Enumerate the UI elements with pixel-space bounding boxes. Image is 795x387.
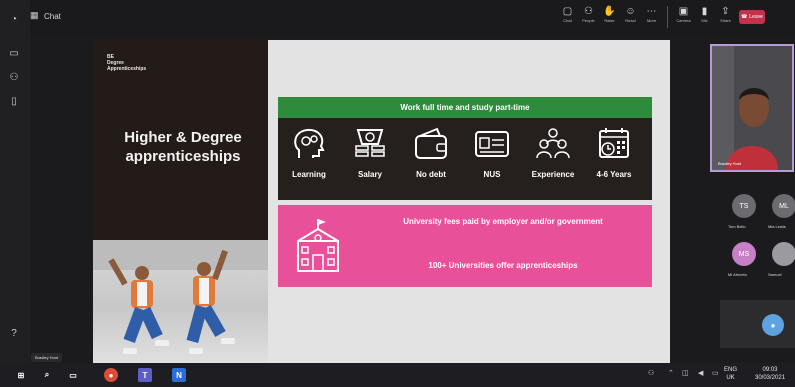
search-icon[interactable]: ⌕ — [40, 368, 54, 382]
teams-rail-icon[interactable]: ⚇ — [8, 72, 20, 84]
network-icon[interactable]: ◫ — [682, 369, 689, 377]
participant-avatar[interactable]: ML — [772, 194, 795, 218]
participant-name: Tom Bello — [728, 224, 746, 229]
salary-icon — [355, 129, 385, 157]
activity-icon[interactable]: ◔ — [8, 14, 20, 26]
screen: ▦ Chat ▢ Chat ⚇ People ✋ Raise ☺ React ⋯ More… — [0, 0, 795, 387]
mic-icon: ▮ — [701, 6, 708, 17]
participant-name: Mia Lewis — [768, 224, 786, 229]
benefit-duration: 4-6 Years — [585, 124, 643, 179]
university-icon — [297, 219, 339, 272]
clock[interactable]: 09:03 30/03/2021 — [755, 366, 785, 382]
teams-icon[interactable]: T — [138, 368, 152, 382]
calendar-icon — [599, 128, 629, 158]
files-icon[interactable]: ▯ — [8, 96, 20, 108]
react-icon: ☺ — [625, 6, 636, 17]
benefit-salary: Salary — [341, 124, 399, 179]
mic-button[interactable]: ▮ Mic — [697, 6, 712, 30]
chat-button[interactable]: ▢ Chat — [560, 6, 575, 30]
battery-icon[interactable]: ▭ — [712, 369, 719, 377]
fees-text: University fees paid by employer and/or … — [403, 217, 603, 226]
benefit-nus: NUS — [463, 124, 521, 179]
camera-button[interactable]: ▣ Camera — [676, 6, 691, 30]
learning-icon — [294, 128, 325, 158]
benefit-experience: Experience — [524, 124, 582, 179]
logo: BE Degree Apprenticeships — [107, 54, 147, 72]
participant-avatar[interactable]: MS — [732, 242, 756, 266]
apprentices-photo — [93, 240, 268, 363]
meeting-toolbar: ▦ Chat ▢ Chat ⚇ People ✋ Raise ☺ React ⋯ More… — [0, 0, 795, 36]
chrome-icon[interactable]: ● — [104, 368, 118, 382]
nus-card-icon — [475, 131, 509, 157]
universities-text: 100+ Universities offer apprenticeships — [428, 261, 578, 270]
more-button[interactable]: ⋯ More — [644, 6, 659, 30]
camera-icon: ▣ — [678, 6, 689, 17]
share-button[interactable]: ⇪ Share — [718, 6, 733, 30]
chevron-up-icon[interactable]: ⌃ — [668, 369, 674, 377]
phone-icon: ☎ — [741, 14, 748, 20]
people-button[interactable]: ⚇ People — [581, 6, 596, 30]
windows-icon[interactable]: ⊞ — [14, 368, 28, 382]
experience-icon — [536, 128, 570, 159]
app-rail: ◔ ▭ ⚇ ▯ ? — [0, 0, 30, 387]
no-debt-icon — [415, 127, 447, 159]
taskbar: ⊞ ⌕ ▭ ● T N ⚇ ⌃ ◫ ◀ ▭ ENG UK 09:03 30/03… — [0, 363, 795, 387]
study-banner: Work full time and study part-time — [278, 97, 652, 118]
benefits-band: Learning Salary No debt NUS Experience 4… — [278, 118, 652, 200]
raise-hand-button[interactable]: ✋ Raise — [602, 6, 617, 30]
slide-title-panel: BE Degree Apprenticeships Higher & Degre… — [93, 40, 268, 240]
task-view-icon[interactable]: ▭ — [66, 368, 80, 382]
onenote-icon[interactable]: N — [172, 368, 186, 382]
leave-button[interactable]: ☎ Leave — [739, 10, 765, 24]
chat-icon: ▢ — [562, 6, 573, 17]
slide-title: Higher & Degree apprenticeships — [124, 129, 242, 165]
language-indicator[interactable]: ENG UK — [724, 366, 737, 382]
self-name-label: Bradley Hunt — [718, 161, 742, 166]
raise-hand-icon: ✋ — [603, 6, 616, 17]
share-icon: ⇪ — [721, 6, 730, 17]
participant-name: Mi Ahmeto — [728, 272, 747, 277]
funding-band: University fees paid by employer and/or … — [278, 205, 652, 287]
help-icon[interactable]: ? — [8, 328, 20, 340]
volume-icon[interactable]: ◀ — [698, 369, 703, 377]
window-title: Chat — [44, 12, 61, 21]
chat-rail-icon[interactable]: ▭ — [8, 48, 20, 60]
react-button[interactable]: ☺ React — [623, 6, 638, 30]
participant-name: Samuel — [768, 272, 782, 277]
self-video[interactable]: Bradley Hunt — [710, 44, 794, 172]
participant-avatar[interactable]: TS — [732, 194, 756, 218]
participant-tile[interactable]: ● — [720, 300, 795, 348]
benefit-learning: Learning — [280, 124, 338, 179]
presenter-name-chip: Bradley Hunt — [31, 353, 63, 362]
slide-content-panel: Work full time and study part-time Learn… — [268, 40, 670, 363]
self-video-feed — [712, 46, 792, 170]
toolbar-divider — [667, 6, 668, 28]
people-tray-icon[interactable]: ⚇ — [648, 369, 654, 377]
participant-avatar[interactable] — [772, 242, 795, 266]
call-controls: ▢ Chat ⚇ People ✋ Raise ☺ React ⋯ More ▣ Camer… — [560, 6, 765, 30]
benefit-no-debt: No debt — [402, 124, 460, 179]
grid-icon[interactable]: ▦ — [30, 11, 39, 20]
avatar: ● — [762, 314, 784, 336]
people-icon: ⚇ — [584, 6, 593, 17]
more-icon: ⋯ — [646, 6, 657, 17]
photo-illustration — [93, 240, 268, 354]
